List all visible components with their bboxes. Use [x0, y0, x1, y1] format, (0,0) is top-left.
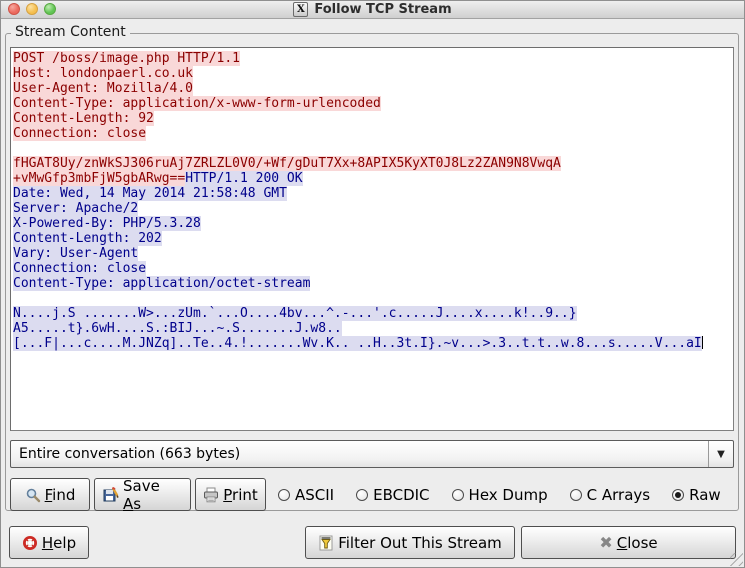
dropdown-arrow-icon[interactable]: ▼ — [708, 441, 733, 467]
stream-line: X-Powered-By: PHP/5.3.28 — [13, 216, 731, 231]
radio-ebcdic[interactable]: EBCDIC — [356, 486, 429, 504]
client-data: Content-Length: 92 — [13, 111, 154, 126]
radio-group: ASCII EBCDIC Hex Dump C Arrays Raw — [278, 486, 721, 504]
stream-line: fHGAT8Uy/znWkSJ306ruAj7ZRLZL0V0/+Wf/gDuT… — [13, 156, 731, 171]
stream-line: Content-Length: 202 — [13, 231, 731, 246]
stream-line: A5.....t}.6wH....S.:BIJ...~.S.......J.w8… — [13, 321, 731, 336]
radio-circle — [570, 489, 582, 501]
stream-content-frame: Stream Content POST /boss/image.php HTTP… — [5, 33, 739, 511]
print-button-label: Print — [223, 486, 258, 504]
filter-out-stream-button[interactable]: Filter Out This Stream — [305, 526, 515, 559]
server-data: Date: Wed, 14 May 2014 21:58:48 GMT — [13, 186, 287, 201]
save-as-button-label: Save As — [123, 477, 182, 513]
window-title: Follow TCP Stream — [314, 2, 451, 17]
frame-label: Stream Content — [11, 24, 130, 40]
stream-line: Content-Type: application/x-www-form-url… — [13, 96, 731, 111]
window-controls — [8, 3, 56, 15]
stream-text[interactable]: POST /boss/image.php HTTP/1.1Host: londo… — [10, 47, 734, 431]
radio-raw[interactable]: Raw — [672, 486, 721, 504]
printer-icon — [203, 487, 219, 503]
server-data: HTTP/1.1 200 OK — [185, 171, 302, 186]
server-data: X-Powered-By: PHP/5.3.28 — [13, 216, 201, 231]
stream-line: Vary: User-Agent — [13, 246, 731, 261]
follow-tcp-stream-dialog: X Follow TCP Stream Stream Content POST … — [0, 0, 745, 568]
client-data: +vMwGfp3mbFjW5gbARwg== — [13, 171, 185, 186]
close-window-button[interactable] — [8, 3, 20, 15]
server-data: Content-Type: application/octet-stream — [13, 276, 310, 291]
server-data: Connection: close — [13, 261, 146, 276]
radio-circle — [672, 489, 684, 501]
stream-line: User-Agent: Mozilla/4.0 — [13, 81, 731, 96]
client-data: Connection: close — [13, 126, 146, 141]
stream-line: N....j.S .......W>...zUm.`...O....4bv...… — [13, 306, 731, 321]
help-button[interactable]: Help — [9, 526, 89, 559]
magnifier-icon — [25, 487, 41, 503]
resize-grip[interactable] — [730, 553, 743, 566]
conversation-select[interactable]: Entire conversation (663 bytes) ▼ — [10, 440, 734, 468]
conversation-select-value: Entire conversation (663 bytes) — [11, 446, 708, 462]
radio-ascii[interactable]: ASCII — [278, 486, 334, 504]
server-data: Vary: User-Agent — [13, 246, 138, 261]
server-data: A5.....t}.6wH....S.:BIJ...~.S.......J.w8… — [13, 321, 342, 336]
print-button[interactable]: Print — [195, 478, 266, 511]
stream-line: Date: Wed, 14 May 2014 21:58:48 GMT — [13, 186, 731, 201]
save-as-icon — [103, 487, 119, 503]
help-lifebuoy-icon — [22, 535, 38, 551]
stream-line: POST /boss/image.php HTTP/1.1 — [13, 51, 731, 66]
radio-label: C Arrays — [587, 486, 650, 504]
server-data: Server: Apache/2 — [13, 201, 138, 216]
zoom-window-button[interactable] — [44, 3, 56, 15]
text-cursor — [702, 336, 703, 349]
stream-line: Content-Type: application/octet-stream — [13, 276, 731, 291]
client-data: POST /boss/image.php HTTP/1.1 — [13, 51, 240, 66]
client-data: User-Agent: Mozilla/4.0 — [13, 81, 193, 96]
radio-circle — [452, 489, 464, 501]
radio-label: Raw — [689, 486, 721, 504]
radio-circle — [356, 489, 368, 501]
find-button[interactable]: Find — [10, 478, 90, 511]
stream-toolbar: Find Save As — [10, 478, 734, 511]
stream-line: +vMwGfp3mbFjW5gbARwg==HTTP/1.1 200 OK — [13, 171, 731, 186]
filter-button-label: Filter Out This Stream — [338, 534, 502, 552]
radio-hex-dump[interactable]: Hex Dump — [452, 486, 548, 504]
radio-label: Hex Dump — [469, 486, 548, 504]
stream-line — [13, 141, 731, 156]
dialog-footer: Help Filter Out This Stream ✖ Close — [9, 526, 736, 559]
stream-line: Server: Apache/2 — [13, 201, 731, 216]
server-data: [...F|...c....M.JNZq]..Te..4.!.......Wv.… — [13, 336, 702, 351]
x11-app-icon: X — [293, 2, 308, 17]
stream-line: Connection: close — [13, 126, 731, 141]
stream-line — [13, 291, 731, 306]
stream-line: Connection: close — [13, 261, 731, 276]
radio-circle — [278, 489, 290, 501]
server-data: Content-Length: 202 — [13, 231, 162, 246]
title-bar: X Follow TCP Stream — [1, 1, 744, 19]
save-as-button[interactable]: Save As — [94, 478, 191, 511]
help-button-label: Help — [42, 534, 76, 552]
stream-line: Host: londonpaerl.co.uk — [13, 66, 731, 81]
close-button[interactable]: ✖ Close — [521, 526, 736, 559]
radio-c-arrays[interactable]: C Arrays — [570, 486, 650, 504]
close-x-icon: ✖ — [599, 535, 612, 551]
radio-label: ASCII — [295, 486, 334, 504]
minimize-window-button[interactable] — [26, 3, 38, 15]
find-button-label: Find — [45, 486, 76, 504]
close-button-label: Close — [617, 534, 658, 552]
radio-label: EBCDIC — [373, 486, 429, 504]
stream-line: [...F|...c....M.JNZq]..Te..4.!.......Wv.… — [13, 336, 731, 351]
title-wrap: X Follow TCP Stream — [293, 2, 451, 17]
client-data: fHGAT8Uy/znWkSJ306ruAj7ZRLZL0V0/+Wf/gDuT… — [13, 156, 561, 171]
filter-funnel-icon — [318, 535, 334, 551]
client-data: Host: londonpaerl.co.uk — [13, 66, 193, 81]
client-data: Content-Type: application/x-www-form-url… — [13, 96, 381, 111]
server-data: N....j.S .......W>...zUm.`...O....4bv...… — [13, 306, 577, 321]
stream-line: Content-Length: 92 — [13, 111, 731, 126]
